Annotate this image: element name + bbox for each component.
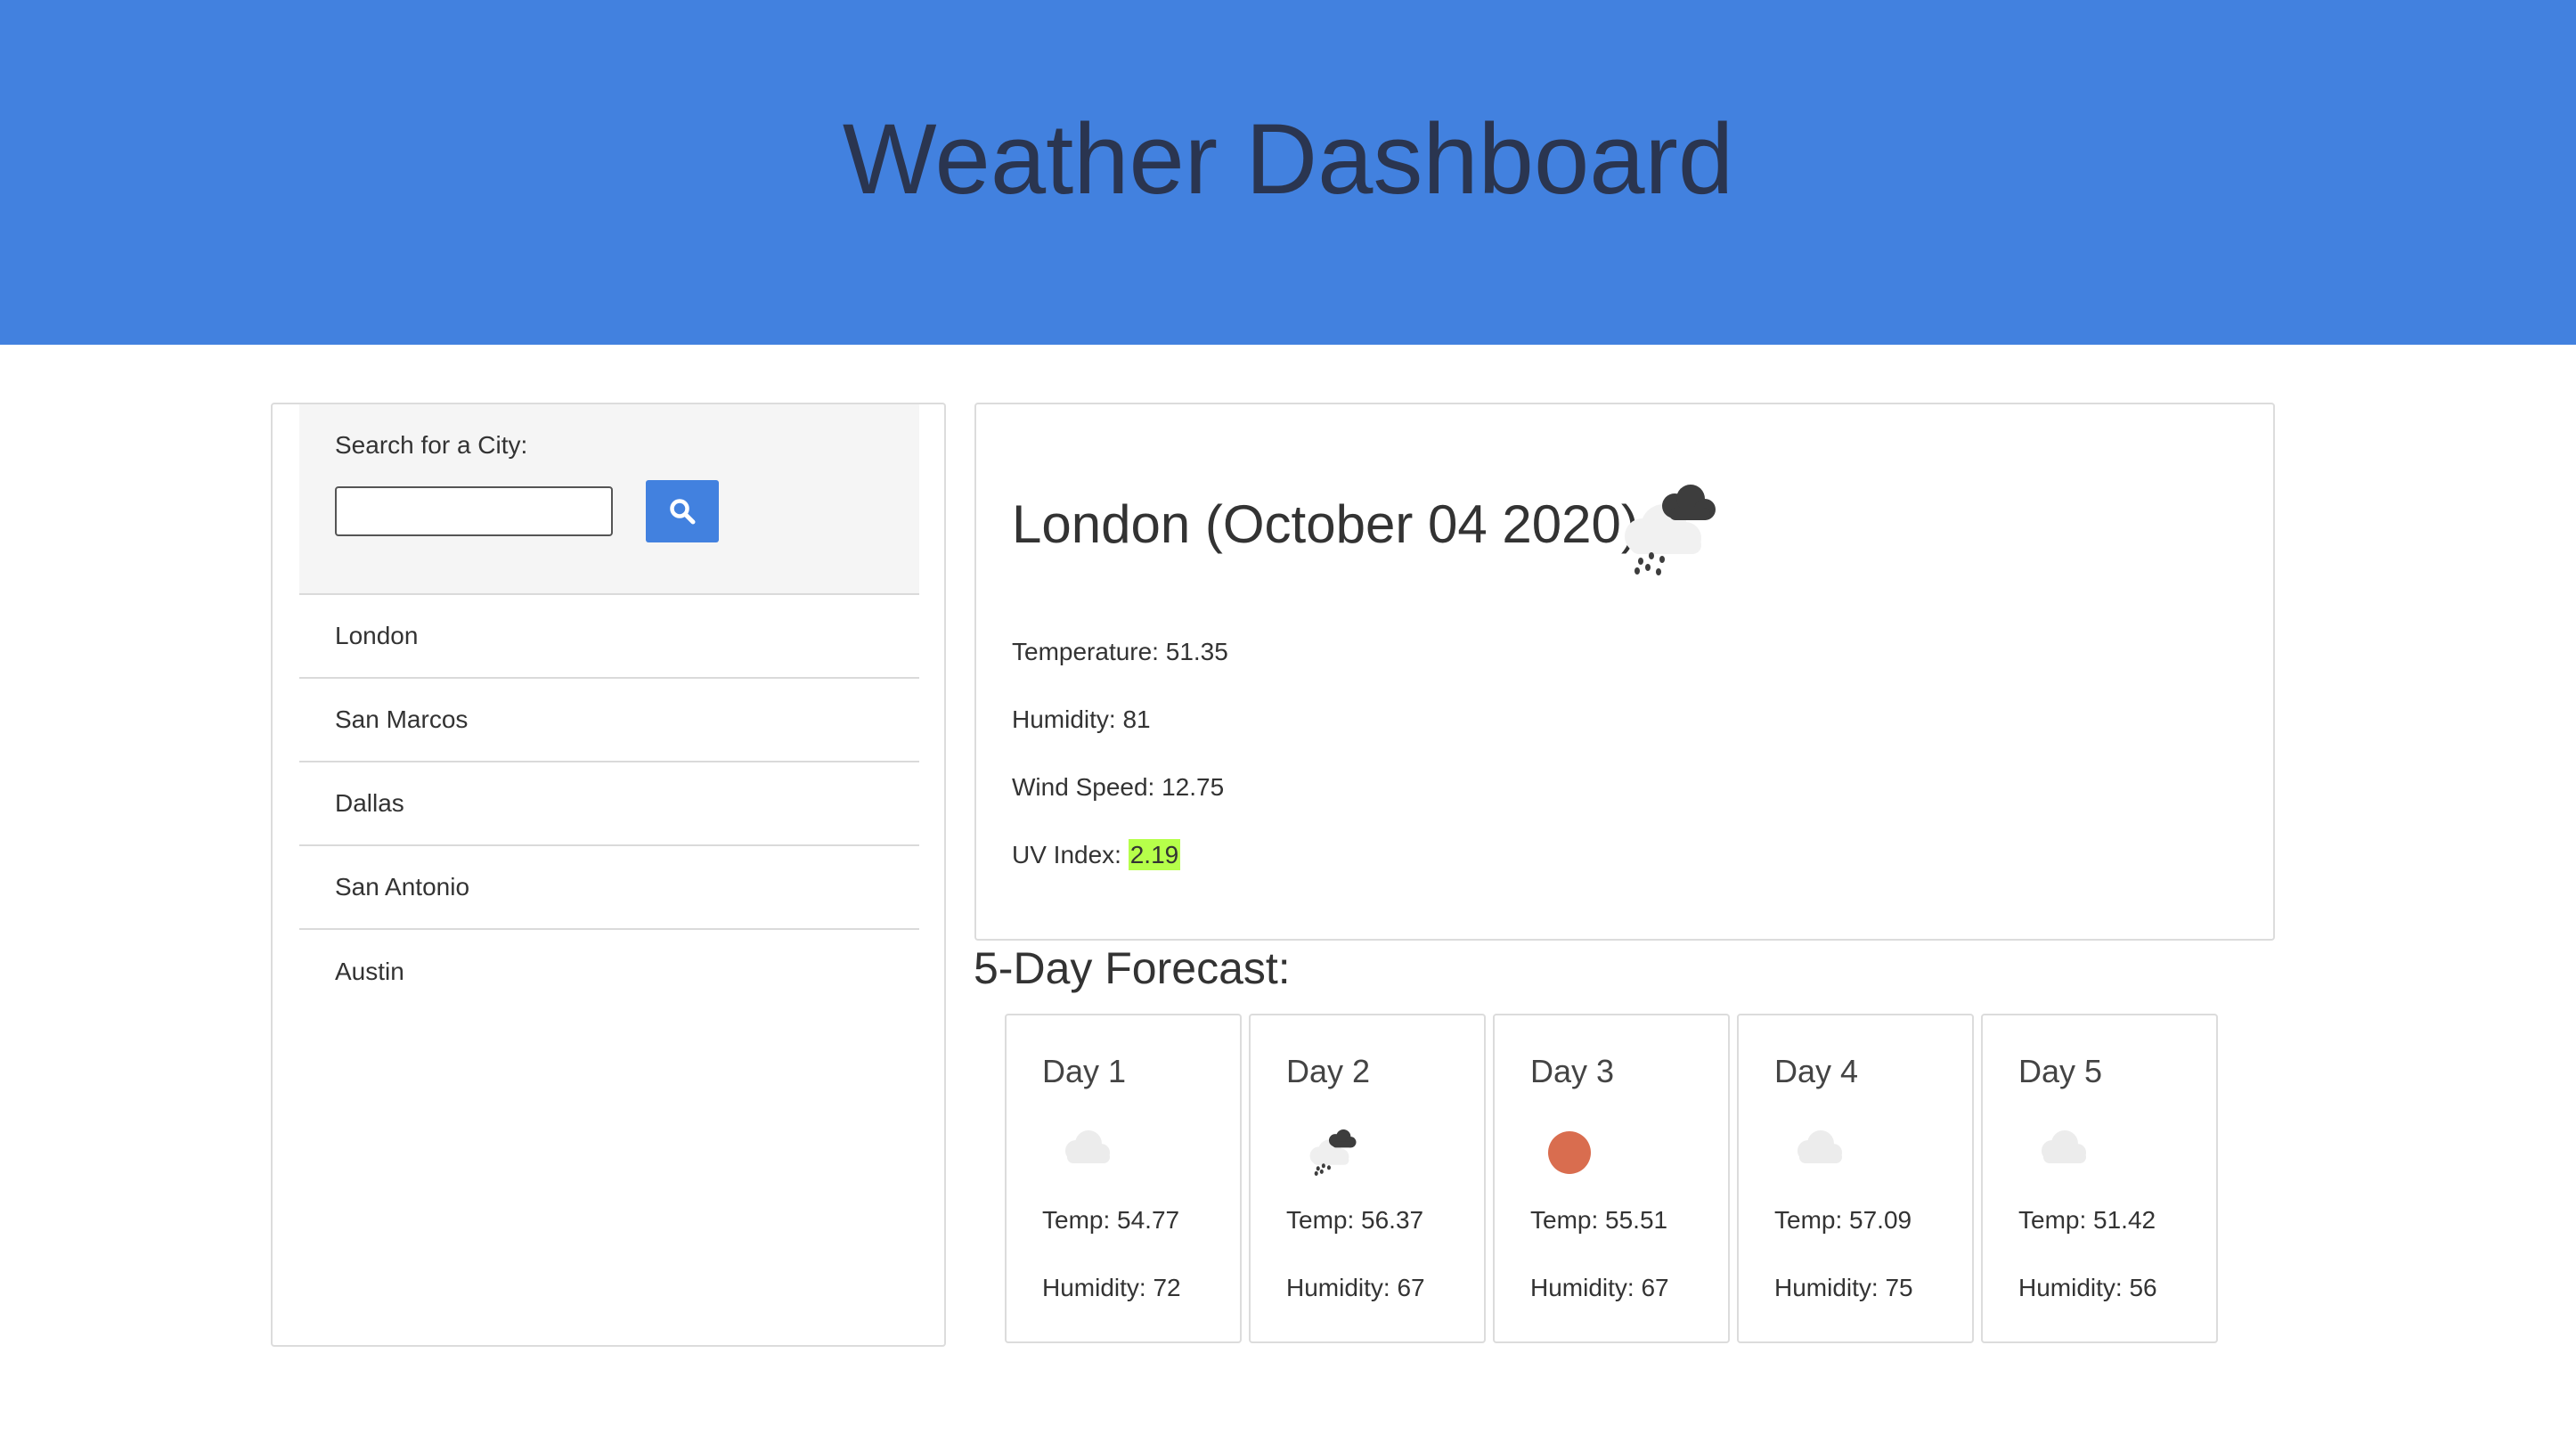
current-uv-index: UV Index: 2.19 [1012,839,1181,870]
search-icon [670,499,696,525]
forecast-day-label: Day 1 [1042,1053,1127,1089]
sun-icon [1546,1128,1603,1182]
forecast-temp: Temp: 56.37 [1286,1206,1424,1234]
cloud-icon [1790,1128,1847,1171]
city-item-san-marcos[interactable]: San Marcos [299,679,919,762]
current-temperature: Temperature: 51.35 [1012,638,1228,665]
search-history-list: London San Marcos Dallas San Antonio Aus… [299,595,919,1014]
forecast-humidity: Humidity: 72 [1042,1274,1181,1301]
current-humidity: Humidity: 81 [1012,705,1151,733]
forecast-card-day-2: Day 2 Temp: 56.37 Humidity: 67 [1249,1014,1486,1343]
forecast-day-label: Day 3 [1530,1053,1615,1089]
forecast-humidity: Humidity: 67 [1286,1274,1425,1301]
cloud-icon [1058,1128,1115,1171]
forecast-day-label: Day 4 [1774,1053,1859,1089]
uv-index-label: UV Index: [1012,841,1129,868]
rain-cloud-icon [1302,1128,1359,1182]
uv-index-badge: 2.19 [1128,839,1181,870]
forecast-card-day-4: Day 4 Temp: 57.09 Humidity: 75 [1737,1014,1974,1343]
cloud-icon [2034,1128,2091,1171]
rain-cloud-icon [1610,481,1721,583]
forecast-day-label: Day 2 [1286,1053,1371,1089]
city-item-austin[interactable]: Austin [299,930,919,1014]
city-item-dallas[interactable]: Dallas [299,762,919,846]
forecast-temp: Temp: 57.09 [1774,1206,1912,1234]
forecast-humidity: Humidity: 75 [1774,1274,1913,1301]
forecast-temp: Temp: 51.42 [2018,1206,2156,1234]
search-panel: Search for a City: [299,404,919,595]
current-wind-speed: Wind Speed: 12.75 [1012,773,1225,801]
page-header: Weather Dashboard [0,0,2576,345]
forecast-humidity: Humidity: 67 [1530,1274,1669,1301]
forecast-card-day-3: Day 3 Temp: 55.51 Humidity: 67 [1493,1014,1730,1343]
city-item-london[interactable]: London [299,595,919,679]
current-weather-card: London (October 04 2020) Temperature: 51… [974,403,2275,941]
forecast-humidity: Humidity: 56 [2018,1274,2157,1301]
city-item-san-antonio[interactable]: San Antonio [299,846,919,930]
current-city-title: London (October 04 2020) [1012,494,1639,554]
sidebar: Search for a City: London San Marcos Dal… [271,403,946,1347]
city-search-input[interactable] [335,486,613,536]
forecast-card-day-1: Day 1 Temp: 54.77 Humidity: 72 [1005,1014,1242,1343]
forecast-temp: Temp: 55.51 [1530,1206,1668,1234]
forecast-heading: 5-Day Forecast: [974,943,1291,993]
search-button[interactable] [646,480,719,542]
forecast-day-label: Day 5 [2018,1053,2103,1089]
forecast-card-day-5: Day 5 Temp: 51.42 Humidity: 56 [1981,1014,2218,1343]
search-label: Search for a City: [335,431,528,459]
forecast-temp: Temp: 54.77 [1042,1206,1180,1234]
page-title: Weather Dashboard [842,103,1734,215]
